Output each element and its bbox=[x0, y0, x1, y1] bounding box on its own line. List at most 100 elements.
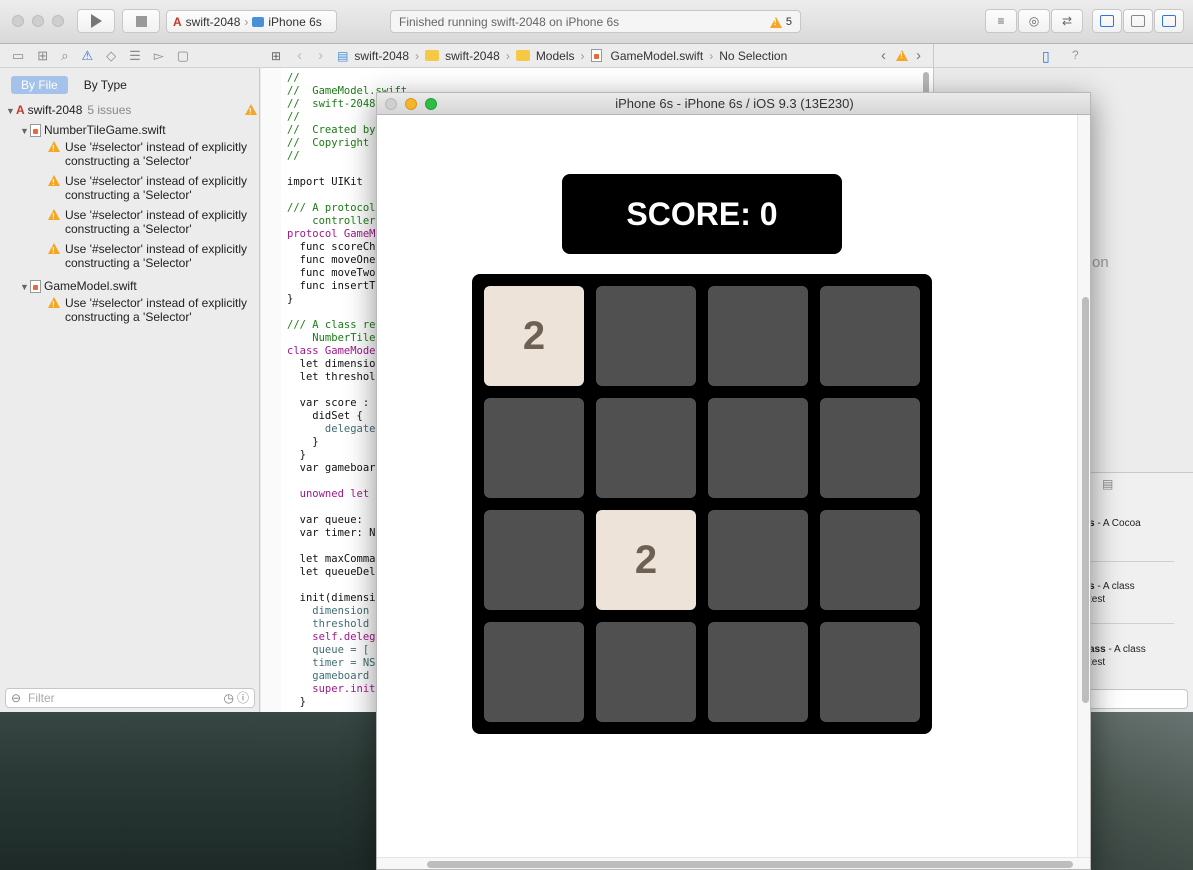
warning-icon bbox=[48, 175, 60, 190]
report-icon[interactable]: ▢ bbox=[177, 48, 189, 64]
library-item-lead: ass bbox=[1089, 644, 1106, 655]
zoom-button[interactable] bbox=[425, 98, 437, 110]
crumb-folder[interactable]: Models bbox=[536, 49, 575, 63]
issue-row[interactable]: Use '#selector' instead of explicitly co… bbox=[0, 140, 260, 174]
library-view-icon[interactable]: ▤ bbox=[1102, 477, 1113, 491]
forward-icon[interactable]: › bbox=[318, 47, 323, 64]
issue-navigator: By File By Type ▼ A swift-2048 5 issues … bbox=[0, 68, 260, 712]
assistant-editor-button[interactable]: ◎ bbox=[1018, 9, 1050, 33]
disclosure-icon[interactable]: ▼ bbox=[6, 104, 16, 118]
empty-tile bbox=[596, 398, 696, 498]
toggle-debug-button[interactable] bbox=[1123, 9, 1153, 33]
disclosure-icon[interactable]: ▼ bbox=[20, 124, 30, 138]
library-item[interactable]: s - A Cocoa bbox=[1089, 517, 1141, 530]
app-icon: A bbox=[173, 14, 182, 29]
minimize-button[interactable] bbox=[32, 15, 44, 27]
by-file-tab[interactable]: By File bbox=[11, 76, 68, 94]
play-icon bbox=[90, 14, 102, 28]
issue-row[interactable]: Use '#selector' instead of explicitly co… bbox=[0, 242, 260, 276]
library-filter-field[interactable] bbox=[1088, 689, 1188, 709]
number-tile: 2 bbox=[596, 510, 696, 610]
zoom-button[interactable] bbox=[52, 15, 64, 27]
scheme-selector[interactable]: A swift-2048 › iPhone 6s bbox=[166, 10, 337, 33]
stop-button[interactable] bbox=[122, 9, 160, 33]
warning-icon bbox=[769, 16, 782, 28]
right-panel-icon bbox=[1162, 15, 1176, 27]
navigator-tabs: ▭ ⊞ ⌕ ⚠ ◇ ☰ ▻ ▢ bbox=[0, 44, 260, 68]
warning-icon bbox=[48, 141, 60, 156]
left-panel-icon bbox=[1100, 15, 1114, 27]
folder-icon bbox=[515, 50, 530, 61]
simulator-vertical-scrollbar[interactable] bbox=[1077, 115, 1090, 857]
back-icon[interactable]: ‹ bbox=[297, 47, 302, 64]
help-icon[interactable]: ? bbox=[1072, 48, 1079, 62]
search-icon[interactable]: ⌕ bbox=[61, 48, 68, 64]
library-item[interactable]: s - A class test bbox=[1089, 580, 1135, 606]
issue-navigator-icon[interactable]: ⚠ bbox=[81, 48, 93, 64]
prev-issue-icon[interactable]: ‹ bbox=[881, 47, 886, 64]
crumb-project[interactable]: swift-2048 bbox=[354, 49, 409, 63]
file-name: GameModel.swift bbox=[44, 279, 137, 293]
filter-icon: ⊖ bbox=[11, 691, 22, 705]
library-item-sub: test bbox=[1089, 657, 1106, 668]
toggle-navigator-button[interactable] bbox=[1092, 9, 1122, 33]
recent-icon[interactable]: ◷ bbox=[224, 689, 234, 707]
warning-badge[interactable]: 5 bbox=[769, 16, 792, 28]
minimize-button[interactable] bbox=[405, 98, 417, 110]
score-label: SCORE: 0 bbox=[626, 195, 778, 232]
chevron-right-icon: › bbox=[709, 48, 714, 63]
scrollbar-thumb[interactable] bbox=[1082, 297, 1089, 703]
library-item-desc: - A Cocoa bbox=[1094, 518, 1141, 529]
simulator-horizontal-scrollbar[interactable] bbox=[377, 857, 1090, 869]
related-items-icon[interactable]: ⊞ bbox=[271, 49, 281, 63]
simulator-titlebar: iPhone 6s - iPhone 6s / iOS 9.3 (13E230) bbox=[377, 93, 1090, 115]
folder-icon[interactable]: ▭ bbox=[12, 48, 24, 64]
empty-tile bbox=[708, 286, 808, 386]
filter-field[interactable]: ⊖ Filter ◷ ⓘ bbox=[5, 688, 255, 708]
warning-icon[interactable] bbox=[896, 50, 908, 61]
by-type-tab[interactable]: By Type bbox=[74, 76, 137, 94]
run-button[interactable] bbox=[77, 9, 115, 33]
empty-tile bbox=[596, 286, 696, 386]
empty-tile bbox=[484, 622, 584, 722]
inspector-placeholder: on bbox=[1092, 254, 1109, 271]
file-row[interactable]: ▼ NumberTileGame.swift bbox=[0, 120, 260, 140]
crumb-group[interactable]: swift-2048 bbox=[445, 49, 500, 63]
device-screen[interactable]: SCORE: 0 22 bbox=[377, 115, 1077, 857]
issue-row[interactable]: Use '#selector' instead of explicitly co… bbox=[0, 174, 260, 208]
empty-tile bbox=[708, 622, 808, 722]
scrollbar-thumb[interactable] bbox=[427, 861, 1073, 868]
project-row[interactable]: ▼ A swift-2048 5 issues bbox=[0, 100, 260, 120]
crumb-selection[interactable]: No Selection bbox=[719, 49, 787, 63]
swift-file-icon bbox=[590, 49, 602, 62]
issues-only-icon[interactable]: ⓘ bbox=[237, 689, 249, 707]
hierarchy-icon[interactable]: ⊞ bbox=[37, 48, 48, 64]
breakpoint-icon[interactable]: ▻ bbox=[154, 48, 164, 64]
library-item[interactable]: ass - A class test bbox=[1089, 643, 1146, 669]
test-icon[interactable]: ◇ bbox=[106, 48, 116, 64]
game-board[interactable]: 22 bbox=[472, 274, 932, 734]
code-line: // bbox=[287, 72, 300, 84]
empty-tile bbox=[820, 510, 920, 610]
close-button[interactable] bbox=[12, 15, 24, 27]
toggle-utilities-button[interactable] bbox=[1154, 9, 1184, 33]
standard-editor-button[interactable]: ≡ bbox=[985, 9, 1017, 33]
warning-icon bbox=[48, 209, 60, 224]
issue-row[interactable]: Use '#selector' instead of explicitly co… bbox=[0, 208, 260, 242]
close-button[interactable] bbox=[385, 98, 397, 110]
crumb-file[interactable]: GameModel.swift bbox=[611, 49, 704, 63]
project-icon: A bbox=[16, 103, 25, 117]
issue-row[interactable]: Use '#selector' instead of explicitly co… bbox=[0, 296, 260, 330]
chevron-right-icon: › bbox=[580, 48, 585, 63]
simulator-window: iPhone 6s - iPhone 6s / iOS 9.3 (13E230)… bbox=[376, 92, 1091, 870]
file-inspector-icon[interactable]: ▯ bbox=[1042, 48, 1050, 65]
version-editor-button[interactable]: ⇄ bbox=[1051, 9, 1083, 33]
file-row[interactable]: ▼ GameModel.swift bbox=[0, 276, 260, 296]
bottom-panel-icon bbox=[1131, 15, 1145, 27]
disclosure-icon[interactable]: ▼ bbox=[20, 280, 30, 294]
issue-text: Use '#selector' instead of explicitly co… bbox=[65, 140, 247, 168]
scheme-device: iPhone 6s bbox=[268, 14, 322, 29]
next-issue-icon[interactable]: › bbox=[916, 47, 921, 64]
issue-tree: ▼ A swift-2048 5 issues ▼ NumberTileGame… bbox=[0, 100, 260, 330]
debug-icon[interactable]: ☰ bbox=[129, 48, 141, 64]
